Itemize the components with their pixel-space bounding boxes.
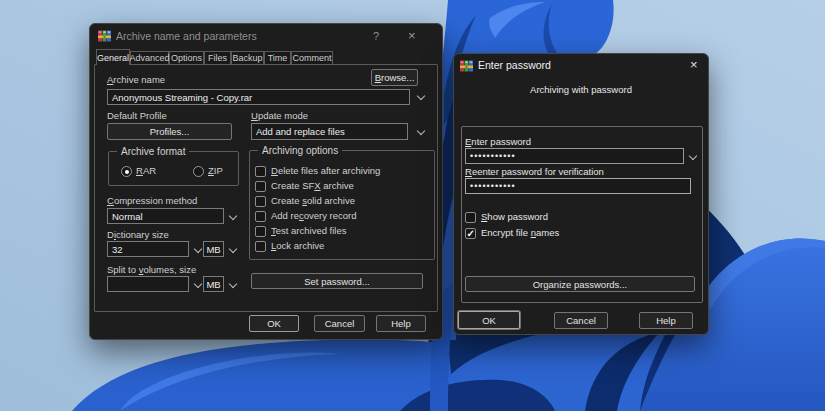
checkbox-delete-files[interactable] [255, 166, 266, 177]
split-volumes-combobox[interactable] [107, 276, 189, 292]
radio-rar[interactable] [121, 166, 132, 177]
dictionary-unit-combobox[interactable]: MB [203, 241, 224, 257]
enter-password-label: Enter password [465, 136, 531, 148]
checkbox-encrypt-names[interactable] [465, 228, 476, 239]
split-unit-dropdown-icon[interactable] [228, 280, 237, 289]
update-mode-combobox[interactable]: Add and replace files [251, 123, 408, 140]
set-password-button[interactable]: Set password... [251, 273, 423, 289]
reenter-password-label: Reenter password for verification [465, 166, 604, 178]
checkbox-show-password[interactable] [465, 212, 476, 223]
organize-passwords-button[interactable]: Organize passwords... [465, 276, 695, 292]
archive-name-dropdown-icon[interactable] [416, 92, 425, 101]
cancel-button[interactable]: Cancel [554, 312, 608, 329]
checkbox-create-sfx[interactable] [255, 181, 266, 192]
dictionary-size-dropdown-icon[interactable] [193, 245, 202, 254]
password-dialog: Enter password × Archiving with password… [453, 53, 709, 335]
winrar-icon [98, 28, 111, 46]
compression-method-label: Compression method [107, 195, 197, 207]
dictionary-size-combobox[interactable]: 32 [107, 241, 189, 257]
archive-name-combobox[interactable]: Anonymous Streaming - Copy.rar [107, 89, 410, 105]
close-icon[interactable]: × [690, 58, 698, 71]
radio-zip[interactable] [193, 166, 204, 177]
split-volumes-dropdown-icon[interactable] [193, 280, 202, 289]
tab-backup[interactable]: Backup [231, 51, 264, 65]
checkbox-show-password-label: Show password [481, 211, 548, 223]
dialog-subtitle: Archiving with password [454, 84, 708, 96]
tab-options[interactable]: Options [169, 51, 204, 65]
cancel-button[interactable]: Cancel [314, 315, 365, 332]
default-profile-label: Default Profile [107, 110, 167, 122]
ok-button[interactable]: OK [458, 311, 520, 329]
archive-format-label: Archive format [117, 146, 189, 157]
radio-zip-label: ZIP [208, 165, 223, 177]
archiving-options-label: Archiving options [258, 145, 342, 156]
tab-files[interactable]: Files [204, 51, 231, 65]
tab-comment[interactable]: Comment [291, 51, 333, 65]
checkbox-create-solid[interactable] [255, 196, 266, 207]
tab-time[interactable]: Time [264, 51, 291, 65]
ok-button[interactable]: OK [249, 315, 299, 332]
help-button[interactable]: Help [639, 312, 693, 329]
checkbox-encrypt-names-label: Encrypt file names [481, 227, 559, 239]
checkbox-recovery-record[interactable] [255, 211, 266, 222]
dictionary-size-label: Dictionary size [107, 229, 169, 241]
checkbox-lock-archive[interactable] [255, 241, 266, 252]
archive-dialog: Archive name and parameters ? × General … [89, 23, 443, 340]
window-title: Archive name and parameters [116, 30, 257, 42]
update-mode-label: Update mode [251, 110, 308, 122]
tab-advanced[interactable]: Advanced [130, 51, 169, 65]
checkbox-create-solid-label: Create solid archive [271, 195, 355, 207]
password-dropdown-icon[interactable] [688, 152, 697, 161]
window-title: Enter password [478, 59, 551, 71]
archive-name-label: Archive name [107, 74, 165, 86]
split-unit-combobox[interactable]: MB [203, 276, 224, 292]
password-input[interactable]: ••••••••••• [465, 148, 684, 164]
reenter-password-input[interactable]: ••••••••••• [465, 178, 691, 194]
help-button[interactable]: Help [376, 315, 426, 332]
browse-button[interactable]: Browse... [371, 69, 418, 86]
checkbox-lock-archive-label: Lock archive [271, 240, 324, 252]
update-mode-dropdown-icon[interactable] [416, 127, 425, 136]
checkbox-delete-files-label: Delete files after archiving [271, 165, 380, 177]
close-icon[interactable]: × [408, 29, 416, 42]
checkbox-recovery-record-label: Add recovery record [271, 210, 357, 222]
dictionary-unit-dropdown-icon[interactable] [228, 245, 237, 254]
compression-method-combobox[interactable]: Normal [107, 208, 224, 224]
help-icon[interactable]: ? [373, 30, 379, 42]
profiles-button[interactable]: Profiles... [107, 123, 232, 140]
checkbox-test-archived[interactable] [255, 226, 266, 237]
tab-general[interactable]: General [96, 49, 130, 65]
winrar-icon [460, 58, 473, 76]
checkbox-test-archived-label: Test archived files [271, 225, 347, 237]
split-volumes-label: Split to volumes, size [107, 264, 196, 276]
compression-method-dropdown-icon[interactable] [228, 212, 237, 221]
checkbox-create-sfx-label: Create SFX archive [271, 180, 354, 192]
radio-rar-label: RAR [136, 165, 156, 177]
